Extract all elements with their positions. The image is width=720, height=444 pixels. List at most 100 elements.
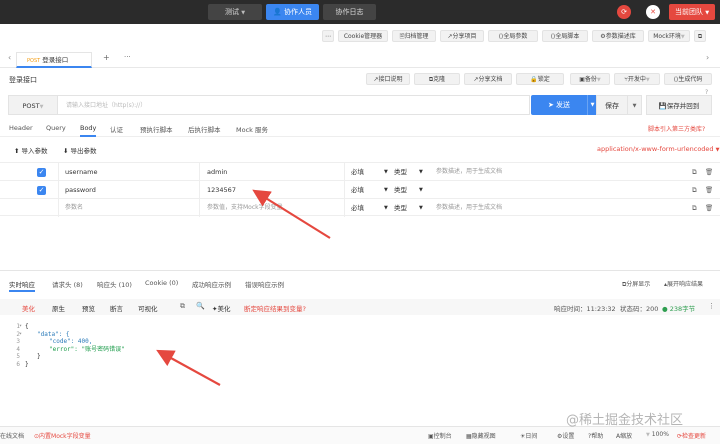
param-checkbox[interactable]: ✓	[37, 168, 46, 177]
tab-login-api[interactable]: POST 登录接口	[16, 52, 92, 68]
share-project-button[interactable]: ↗分享项目	[440, 30, 484, 42]
help-icon[interactable]: ?	[705, 89, 708, 96]
copy-icon[interactable]: ⧉	[692, 181, 697, 199]
tab-query[interactable]: Query	[46, 124, 66, 132]
zoom-dropdown[interactable]: ▼ 100%	[646, 431, 669, 438]
trash-icon[interactable]: 🗑	[705, 181, 713, 199]
content-type-select[interactable]: application/x-www-form-urlencoded ▼	[597, 145, 720, 153]
send-button[interactable]: ➤ 发送	[531, 95, 587, 115]
tab-body[interactable]: Body	[80, 124, 96, 132]
copy-icon[interactable]: ⧉	[692, 199, 697, 217]
param-value[interactable]: 1234567	[207, 181, 236, 199]
param-value[interactable]: admin	[207, 163, 227, 181]
param-checkbox[interactable]: ✓	[37, 186, 46, 195]
view-raw[interactable]: 原生	[52, 303, 65, 313]
view-assert[interactable]: 断言	[110, 303, 123, 313]
global-script-button[interactable]: ⟨⟩全局脚本	[542, 30, 588, 42]
tab-request-headers[interactable]: 请求头 (8)	[52, 279, 83, 289]
api-doc-button[interactable]: ↗接口说明	[366, 73, 410, 85]
global-params-button[interactable]: ⟨⟩全局参数	[488, 30, 538, 42]
mock-vars-link[interactable]: ⊙内置Mock字段变量	[34, 431, 91, 440]
fold-icon[interactable]: ▾	[19, 323, 22, 331]
param-desc[interactable]: 参数描述，用于生成文档	[436, 163, 502, 181]
env-selector[interactable]: 测试 ▼	[208, 4, 262, 20]
view-preview[interactable]: 预览	[82, 303, 95, 313]
param-desc[interactable]: 参数描述，用于生成文档	[436, 199, 502, 217]
copy-icon[interactable]: ⧉	[180, 302, 185, 311]
archive-button[interactable]: 🗎归档管理	[392, 30, 436, 42]
split-view-button[interactable]: ⧉分屏显示	[622, 279, 650, 289]
param-value[interactable]: 参数值，支持Mock字段变量	[207, 199, 283, 217]
add-tab-button[interactable]: +	[103, 53, 110, 62]
trash-icon[interactable]: 🗑	[705, 199, 713, 217]
param-key[interactable]: password	[65, 181, 96, 199]
save-button[interactable]: 保存	[596, 95, 628, 115]
view-visual[interactable]: 可视化	[138, 303, 158, 313]
clone-button[interactable]: ⧉克隆	[414, 73, 460, 85]
copy-icon[interactable]: ⧉	[692, 163, 697, 181]
save-example-button[interactable]: 💾保存并回到	[646, 95, 712, 115]
collaborators-button[interactable]: 👤 协作人员	[266, 4, 319, 20]
tab-header[interactable]: Header	[9, 124, 33, 132]
online-docs-link[interactable]: 在线文档	[0, 431, 24, 440]
day-mode-button[interactable]: ☀日间	[520, 431, 537, 440]
param-type[interactable]: 类型	[394, 181, 407, 199]
avatar[interactable]: ✕	[646, 5, 660, 19]
extract-to-var-link[interactable]: 断定响应结果到变量?	[244, 303, 306, 313]
share-doc-button[interactable]: ↗分享文档	[464, 73, 512, 85]
collab-log-button[interactable]: 协作日志	[323, 4, 376, 20]
chevron-right-icon[interactable]: ›	[706, 53, 709, 62]
tab-success-example[interactable]: 成功响应示例	[192, 279, 231, 289]
param-required[interactable]: 必填	[351, 199, 364, 217]
format-button[interactable]: ✦美化	[212, 303, 230, 313]
param-key[interactable]: username	[65, 163, 98, 181]
tab-mock[interactable]: Mock 服务	[236, 124, 268, 134]
method-select[interactable]: POST▼	[8, 95, 58, 115]
param-library-button[interactable]: ⚙参数描述库	[592, 30, 644, 42]
gen-code-button[interactable]: ⟨⟩生成代码	[664, 73, 712, 85]
console-button[interactable]: ▣控制台	[428, 431, 452, 440]
divider	[344, 163, 345, 181]
chevron-left-icon[interactable]: ‹	[8, 53, 11, 62]
param-key[interactable]: 参数名	[65, 199, 83, 217]
backup-button[interactable]: ▣备份▼	[570, 73, 610, 85]
day-mode-label: 日间	[525, 433, 538, 440]
expand-button[interactable]: ⋯	[322, 30, 334, 42]
cookie-manager-button[interactable]: Cookie管理器	[338, 30, 388, 42]
settings-button[interactable]: ⚙设置	[557, 431, 574, 440]
param-required[interactable]: 必填	[351, 181, 364, 199]
tab-pre-script[interactable]: 预执行脚本	[140, 124, 173, 134]
sync-icon[interactable]: ⟳	[617, 5, 631, 19]
lock-button[interactable]: 🔒锁定	[516, 73, 564, 85]
splitter[interactable]	[0, 270, 720, 271]
hide-view-button[interactable]: ▦隐藏视图	[466, 431, 496, 440]
tab-auth[interactable]: 认证	[110, 124, 123, 134]
view-beautify[interactable]: 美化	[22, 303, 35, 313]
export-params-button[interactable]: ⬇ 导出参数	[63, 145, 97, 155]
param-required[interactable]: 必填	[351, 163, 364, 181]
tab-error-example[interactable]: 错误响应示例	[245, 279, 284, 289]
tab-response-headers[interactable]: 响应头 (10)	[97, 279, 132, 289]
search-icon[interactable]: 🔍	[196, 302, 205, 310]
help-button[interactable]: ?帮助	[588, 431, 603, 440]
tab-cookie[interactable]: Cookie (0)	[145, 279, 178, 287]
third-party-link[interactable]: 脚本引入第三方类库?	[648, 124, 705, 133]
team-button[interactable]: 当前团队 ▼	[669, 4, 715, 20]
import-params-button[interactable]: ⬆ 导入参数	[14, 145, 48, 155]
param-type[interactable]: 类型	[394, 163, 407, 181]
more-icon[interactable]: ⋮	[708, 302, 715, 310]
code-view[interactable]: 1 2 3 4 5 6 ▾ ▾ { "data": { "code": 400,…	[0, 321, 720, 421]
tab-post-script[interactable]: 后执行脚本	[188, 124, 221, 134]
param-type[interactable]: 类型	[394, 199, 407, 217]
more-tabs-button[interactable]: ···	[124, 53, 131, 61]
mock-env-button[interactable]: Mock环境▼	[648, 30, 690, 42]
url-input[interactable]: 请输入接口地址（http(s)://）	[58, 95, 530, 115]
save-dropdown[interactable]: ▼	[628, 95, 642, 115]
status-button[interactable]: ⑂开发中▼	[614, 73, 660, 85]
tab-live-response[interactable]: 实时响应	[9, 279, 35, 289]
expand-response-button[interactable]: ▴展开响应结果	[664, 279, 703, 288]
check-update-button[interactable]: ⟳检查更新	[677, 431, 706, 440]
trash-icon[interactable]: 🗑	[705, 163, 713, 181]
fold-icon[interactable]: ▾	[19, 331, 22, 339]
copy-icon[interactable]: ⧉	[694, 30, 706, 42]
